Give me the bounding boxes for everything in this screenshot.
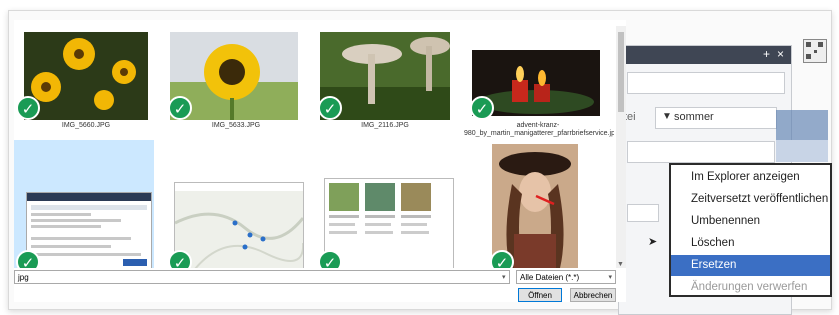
thumbnail-image[interactable] <box>174 182 304 268</box>
cms-titlebar: + × <box>619 46 791 64</box>
check-icon[interactable]: ✓ <box>318 96 342 120</box>
menu-item-delete[interactable]: Löschen <box>671 233 830 254</box>
check-icon[interactable]: ✓ <box>16 96 40 120</box>
plus-icon[interactable]: + <box>763 47 770 61</box>
yellow-flowers-photo <box>24 32 148 120</box>
qr-code-icon[interactable] <box>803 39 827 63</box>
settings-screenshot-thumbnail <box>27 193 151 266</box>
chevron-down-icon[interactable]: ▾ <box>502 273 506 281</box>
check-icon[interactable]: ✓ <box>490 250 514 268</box>
chevron-down-icon[interactable]: ▾ <box>608 271 612 285</box>
search-input[interactable]: ▼ sommer <box>655 107 777 129</box>
scroll-down-icon[interactable]: ▼ <box>617 261 624 268</box>
thumbnail-caption: IMG_5660.JPG <box>61 122 111 129</box>
file-grid: ✓ IMG_5660.JPG ✓ IMG_5633.JPG ✓ IMG_2116… <box>14 20 614 268</box>
menu-item-discard-changes: Änderungen verwerfen <box>691 281 808 293</box>
list-selection-strip <box>776 110 828 140</box>
filetype-value: Alle Dateien (*.*) <box>520 273 580 282</box>
open-button[interactable]: Öffnen <box>518 288 562 302</box>
filter-icon[interactable]: ▼ <box>662 111 672 122</box>
thumbnail-image[interactable] <box>324 178 454 268</box>
filetype-select[interactable]: Alle Dateien (*.*) ▾ <box>516 270 616 284</box>
menu-item-replace[interactable]: Ersetzen <box>671 255 830 276</box>
check-icon[interactable]: ✓ <box>168 96 192 120</box>
scrollbar-thumb[interactable] <box>618 32 624 112</box>
check-icon[interactable]: ✓ <box>318 250 342 268</box>
file-open-dialog: ✓ IMG_5660.JPG ✓ IMG_5633.JPG ✓ IMG_2116… <box>14 20 626 302</box>
cms-field[interactable] <box>627 72 785 94</box>
filename-input[interactable]: jpg <box>14 270 510 284</box>
cancel-button[interactable]: Abbrechen <box>570 288 616 302</box>
thumbnail-caption: IMG_5633.JPG <box>211 122 261 129</box>
menu-item-rename[interactable]: Umbenennen <box>671 211 830 232</box>
thumbnail-image[interactable] <box>24 32 148 120</box>
menu-item-show-in-explorer[interactable]: Im Explorer anzeigen <box>671 167 830 188</box>
close-icon[interactable]: × <box>777 47 784 61</box>
cms-field[interactable] <box>627 204 659 222</box>
list-row <box>776 140 828 162</box>
webpage-thumbnail <box>329 183 431 234</box>
thumbnail-caption: advent-kranz-980_by_martin_manigatterer_… <box>464 122 614 137</box>
scrollbar[interactable]: ▼ <box>616 26 626 268</box>
search-value: sommer <box>674 111 714 123</box>
check-icon[interactable]: ✓ <box>470 96 494 120</box>
menu-item-schedule-publish[interactable]: Zeitversetzt veröffentlichen <box>671 189 830 210</box>
thumbnail-caption: IMG_2116.JPG <box>361 122 409 129</box>
check-icon[interactable]: ✓ <box>16 250 40 268</box>
map-thumbnail <box>175 183 303 268</box>
context-menu: Im Explorer anzeigen Zeitversetzt veröff… <box>669 163 832 297</box>
thumbnail-image[interactable] <box>26 192 152 268</box>
cms-field[interactable] <box>627 141 775 163</box>
check-icon[interactable]: ✓ <box>168 250 192 268</box>
mouse-pointer-icon: ➤ <box>648 236 658 248</box>
